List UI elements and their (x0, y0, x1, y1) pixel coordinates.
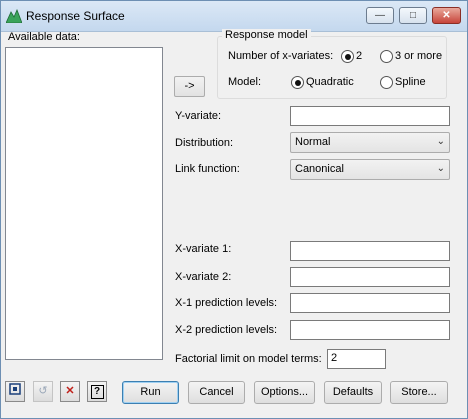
clear-icon: ✕ (65, 385, 75, 397)
y-variate-label: Y-variate: (175, 110, 222, 122)
maximize-icon: □ (409, 10, 417, 21)
x-variate-1-label: X-variate 1: (175, 243, 232, 255)
title-bar: Response Surface — □ ✕ (1, 1, 467, 32)
radio-x-variates-3-or-more[interactable] (380, 50, 393, 63)
x-variate-2-input[interactable] (290, 267, 450, 287)
radio-x-variates-3-or-more-label: 3 or more (395, 50, 443, 62)
radio-x-variates-2[interactable] (341, 50, 354, 63)
window-title: Response Surface (26, 9, 125, 23)
distribution-value: Normal (295, 136, 331, 148)
response-model-title: Response model (222, 29, 311, 41)
radio-model-quadratic-label: Quadratic (306, 76, 354, 88)
response-model-group (217, 36, 447, 99)
close-button[interactable]: ✕ (432, 7, 461, 24)
help-button[interactable]: ? (87, 381, 107, 402)
radio-model-spline-label: Spline (395, 76, 426, 88)
available-data-list[interactable] (5, 47, 163, 360)
factorial-limit-label: Factorial limit on model terms: (175, 353, 322, 365)
available-data-label: Available data: (8, 31, 80, 43)
x1-levels-input[interactable] (290, 293, 450, 313)
distribution-label: Distribution: (175, 137, 234, 149)
x2-levels-label: X-2 prediction levels: (175, 324, 278, 336)
distribution-select[interactable]: Normal ⌄ (290, 132, 450, 153)
undo-icon: ↺ (38, 385, 48, 397)
radio-x-variates-2-label: 2 (356, 50, 363, 62)
chevron-down-icon: ⌄ (436, 136, 445, 147)
cancel-button[interactable]: Cancel (188, 381, 245, 404)
radio-model-quadratic[interactable] (291, 76, 304, 89)
transfer-button[interactable]: -> (174, 76, 205, 97)
x-variate-1-input[interactable] (290, 241, 450, 261)
app-logo-icon (5, 8, 23, 24)
chevron-down-icon: ⌄ (436, 163, 445, 174)
store-button[interactable]: Store... (390, 381, 448, 404)
help-icon: ? (90, 385, 104, 399)
undo-button[interactable]: ↺ (33, 381, 53, 402)
radio-model-spline[interactable] (380, 76, 393, 89)
options-button[interactable]: Options... (254, 381, 315, 404)
defaults-button[interactable]: Defaults (324, 381, 382, 404)
pin-icon (8, 383, 22, 399)
factorial-limit-input[interactable]: 2 (327, 349, 386, 369)
run-button[interactable]: Run (122, 381, 179, 404)
link-function-select[interactable]: Canonical ⌄ (290, 159, 450, 180)
model-label: Model: (228, 76, 262, 88)
link-function-value: Canonical (295, 163, 344, 175)
x-variates-label: Number of x-variates: (228, 50, 334, 62)
maximize-button[interactable]: □ (399, 7, 427, 24)
minimize-button[interactable]: — (366, 7, 394, 24)
link-function-label: Link function: (175, 163, 240, 175)
x1-levels-label: X-1 prediction levels: (175, 297, 278, 309)
x2-levels-input[interactable] (290, 320, 450, 340)
pin-button[interactable] (5, 381, 25, 402)
minimize-icon: — (375, 10, 385, 21)
x-variate-2-label: X-variate 2: (175, 271, 232, 283)
y-variate-input[interactable] (290, 106, 450, 126)
close-icon: ✕ (442, 10, 451, 21)
clear-button[interactable]: ✕ (60, 381, 80, 402)
